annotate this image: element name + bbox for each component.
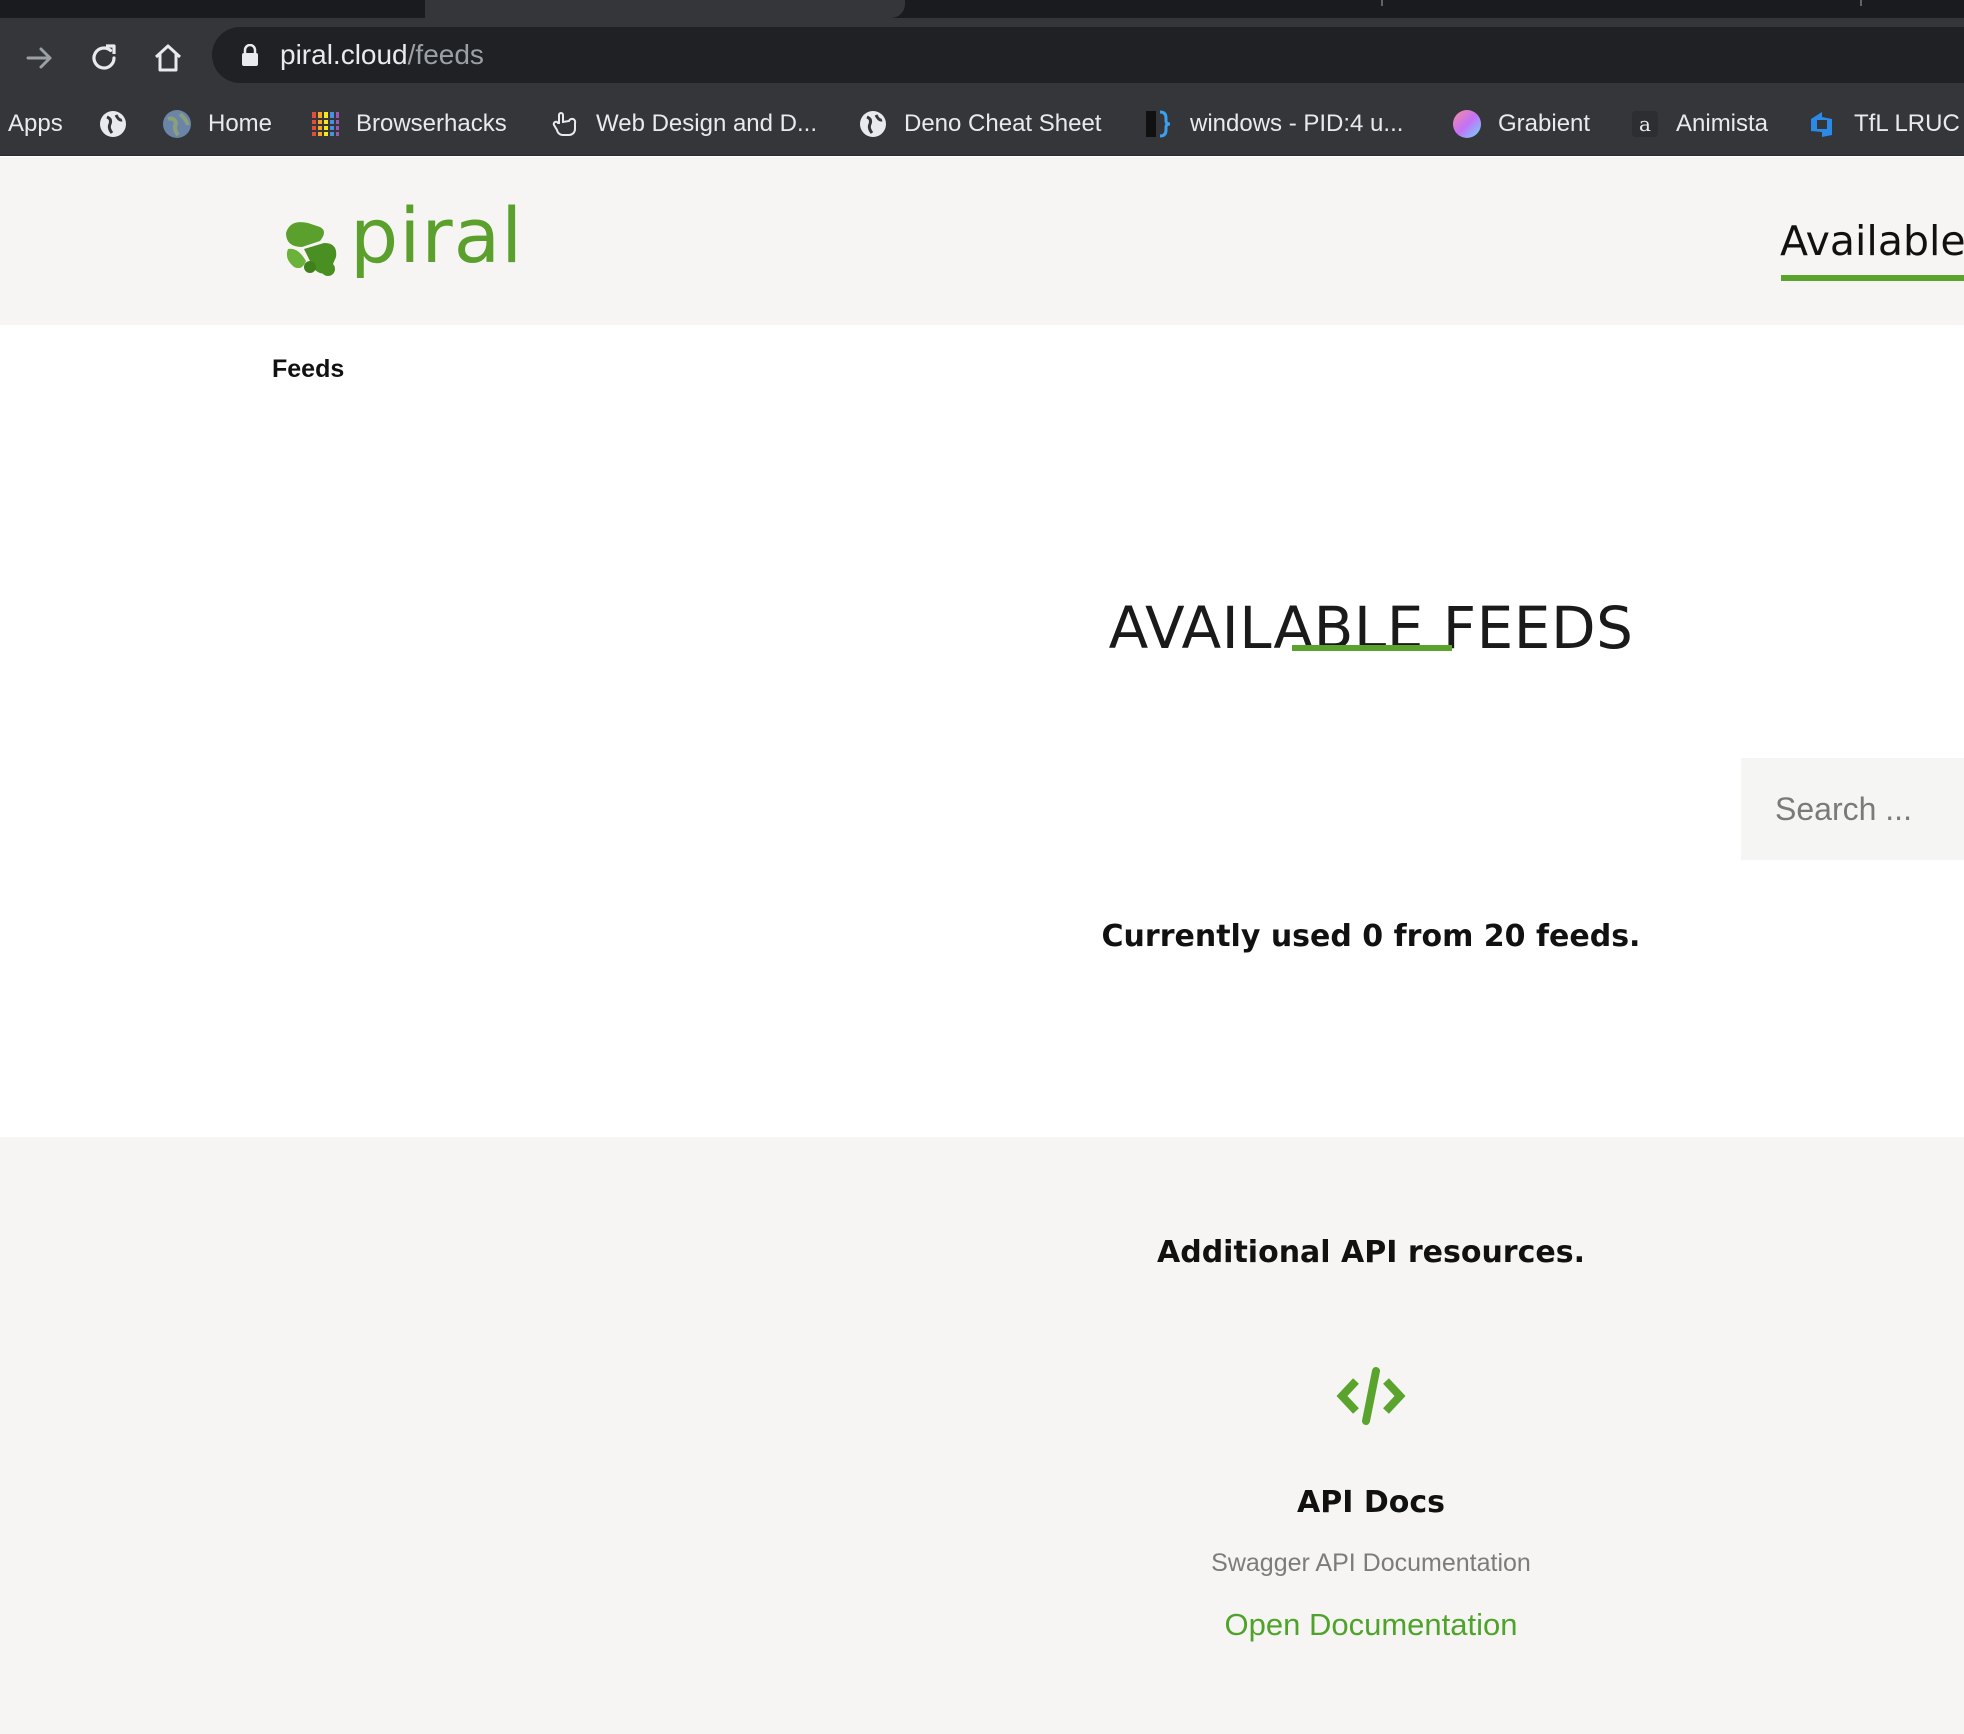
title-underline: [1292, 645, 1452, 651]
bookmark-apps[interactable]: Apps: [8, 106, 63, 142]
tab-divider: [1860, 0, 1862, 6]
bookmark-deno[interactable]: Deno Cheat Sheet: [858, 106, 1101, 142]
breadcrumb[interactable]: Feeds: [272, 355, 344, 384]
forward-button[interactable]: [20, 38, 60, 78]
nav-active-indicator: [1781, 275, 1964, 281]
azure-icon: [1808, 109, 1838, 139]
letter-a-icon: a: [1630, 109, 1660, 139]
bookmark-label: Home: [208, 110, 273, 137]
leaf-logo-icon: [286, 222, 337, 276]
url-host: piral.cloud: [280, 39, 408, 70]
url-text: piral.cloud/feeds: [280, 39, 484, 71]
logo-text: piral: [350, 191, 524, 280]
api-docs-title: API Docs: [1297, 1485, 1445, 1520]
bookmark-label: Apps: [8, 110, 63, 137]
bookmark-tfl[interactable]: TfL LRUC: [1808, 106, 1960, 142]
bookmark-globe[interactable]: [98, 106, 144, 142]
home-icon: [154, 44, 182, 72]
search-input[interactable]: [1741, 758, 1964, 860]
gradient-icon: [1452, 109, 1482, 139]
home-button[interactable]: [148, 38, 188, 78]
page-title: AVAILABLE FEEDS: [1108, 593, 1634, 662]
page-content: piral Available Feeds AVAILABLE FEEDS Cu…: [0, 157, 1964, 1734]
api-docs-subtitle: Swagger API Documentation: [1211, 1549, 1531, 1577]
bookmark-grabient[interactable]: Grabient: [1452, 106, 1590, 142]
bookmarks-bar: Apps Home Browserhacks Web Design and D.…: [0, 92, 1964, 156]
url-path: /feeds: [407, 39, 484, 70]
bookmark-windows-pid[interactable]: windows - PID:4 u...: [1144, 106, 1403, 142]
bookmark-web-design[interactable]: Web Design and D...: [550, 106, 817, 142]
earth-icon: [162, 109, 192, 139]
open-documentation-link[interactable]: Open Documentation: [0, 1607, 1964, 1643]
address-bar[interactable]: piral.cloud/feeds: [212, 27, 1964, 83]
reload-icon: [92, 44, 116, 70]
bookmark-label: Web Design and D...: [596, 110, 818, 137]
bookmark-label: Animista: [1676, 110, 1769, 137]
resources-heading: Additional API resources.: [1157, 1235, 1585, 1270]
bookmark-home[interactable]: Home: [162, 106, 272, 142]
hand-icon: [550, 109, 580, 139]
browser-tabstrip: [0, 0, 1964, 18]
bookmark-label: Grabient: [1498, 110, 1591, 137]
browser-toolbar: piral.cloud/feeds: [0, 18, 1964, 92]
piral-logo[interactable]: piral: [280, 191, 522, 280]
bookmark-animista[interactable]: a Animista: [1630, 106, 1768, 142]
nav-available-link[interactable]: Available: [1780, 217, 1964, 265]
bookmark-label: Browserhacks: [356, 110, 507, 137]
api-resources-section: Additional API resources. API Docs Swagg…: [0, 1137, 1964, 1734]
globe-icon: [858, 109, 888, 139]
lock-icon: [242, 44, 258, 66]
grid-icon: [310, 109, 340, 139]
bookmark-label: TfL LRUC: [1854, 110, 1960, 137]
bookmark-browserhacks[interactable]: Browserhacks: [310, 106, 507, 142]
site-header: piral Available: [0, 157, 1964, 325]
bookmark-label: Deno Cheat Sheet: [904, 110, 1102, 137]
tab-divider: [1381, 0, 1383, 6]
browser-tab-active[interactable]: [425, 0, 905, 18]
code-icon: [1336, 1367, 1406, 1425]
reload-button[interactable]: [84, 38, 124, 78]
svg-text:a: a: [1639, 112, 1651, 136]
arrow-right-icon: [26, 47, 52, 69]
feed-usage-text: Currently used 0 from 20 feeds.: [1101, 919, 1641, 954]
bookmark-label: windows - PID:4 u...: [1190, 110, 1404, 137]
bracket-icon: [1144, 109, 1174, 139]
globe-icon: [98, 109, 128, 139]
